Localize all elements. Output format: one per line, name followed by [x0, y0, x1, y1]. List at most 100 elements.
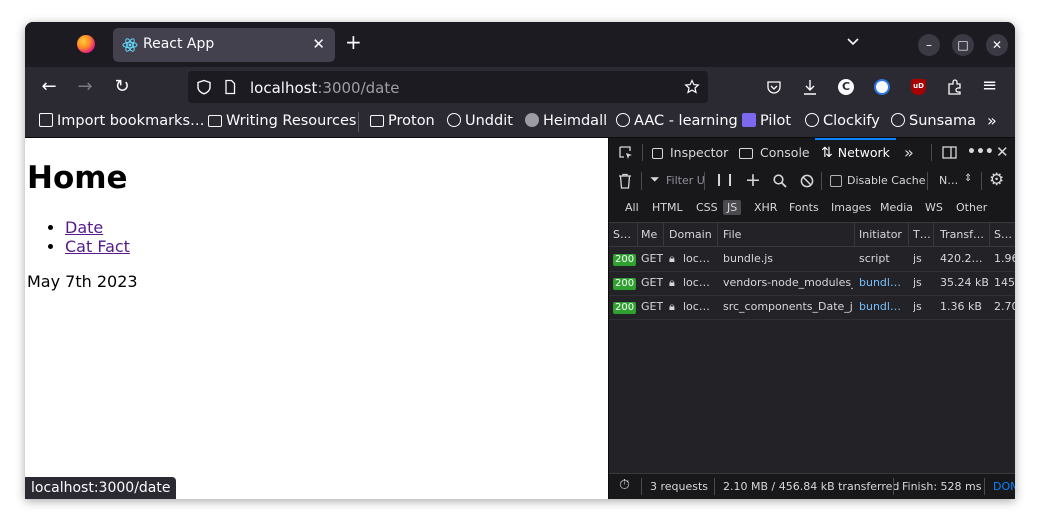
- pause-icon[interactable]: ❙❙: [714, 172, 736, 186]
- column-divider: [933, 223, 934, 246]
- col-initiator[interactable]: Initiator: [859, 223, 907, 246]
- filter-other[interactable]: Other: [956, 201, 987, 214]
- devtools-close-icon[interactable]: ✕: [996, 138, 1009, 167]
- tab-inspector[interactable]: Inspector: [652, 138, 728, 167]
- more-tabs-icon[interactable]: »: [904, 138, 914, 167]
- extension-blue-icon[interactable]: [874, 79, 890, 95]
- download-icon[interactable]: [802, 78, 818, 96]
- page-icon[interactable]: [222, 79, 238, 95]
- firefox-logo-icon[interactable]: [77, 35, 95, 53]
- bookmark-clockify[interactable]: Clockify: [805, 113, 880, 129]
- extensions-puzzle-icon[interactable]: [946, 78, 964, 96]
- add-icon[interactable]: +: [745, 169, 761, 191]
- status-url: localhost:3000/date: [25, 477, 177, 499]
- tab-console[interactable]: Console: [739, 138, 810, 167]
- reload-icon[interactable]: ↻: [111, 76, 133, 98]
- folder-icon: [208, 115, 222, 127]
- table-row[interactable]: 200 GET 🔒︎ loc… bundle.js script js 420.…: [609, 247, 1015, 272]
- element-picker-icon[interactable]: [618, 145, 634, 161]
- globe-icon: [616, 113, 630, 127]
- filter-html[interactable]: HTML: [652, 201, 683, 214]
- cat-fact-link[interactable]: Cat Fact: [65, 237, 130, 256]
- dock-icon[interactable]: [942, 145, 957, 160]
- separator: [984, 478, 985, 495]
- bookmark-heimdall[interactable]: Heimdall: [525, 113, 607, 129]
- bookmarks-overflow-icon[interactable]: »: [987, 111, 997, 130]
- column-divider: [663, 223, 664, 246]
- column-divider: [637, 223, 638, 246]
- bookmark-label: AAC - learning: [634, 113, 738, 129]
- chevron-down-icon[interactable]: [845, 34, 861, 50]
- disable-cache-checkbox[interactable]: [830, 175, 842, 187]
- window-close-icon[interactable]: ✕: [986, 34, 1008, 56]
- tab-network[interactable]: ⇅ Network: [815, 138, 896, 167]
- bookmark-pilot[interactable]: Pilot: [742, 113, 791, 129]
- disable-cache-label: Disable Cache: [847, 174, 926, 187]
- minimize-icon[interactable]: –: [918, 34, 940, 56]
- stopwatch-icon[interactable]: ⏱: [619, 477, 630, 493]
- filter-js[interactable]: JS: [723, 200, 742, 215]
- filter-all[interactable]: All: [625, 201, 639, 214]
- filter-css[interactable]: CSS: [696, 201, 718, 214]
- col-method[interactable]: Me: [641, 223, 663, 246]
- bookmark-writing-resources[interactable]: Writing Resources: [208, 113, 356, 129]
- method-cell: GET: [641, 252, 663, 265]
- col-size[interactable]: S…: [994, 223, 1014, 246]
- pocket-icon[interactable]: [766, 79, 782, 95]
- tab-close-icon[interactable]: ✕: [312, 35, 325, 53]
- bookmark-sunsama[interactable]: Sunsama: [891, 113, 976, 129]
- transferred-cell: 420.2…: [940, 252, 983, 265]
- settings-gear-icon[interactable]: ⚙: [989, 170, 1004, 190]
- initiator-cell[interactable]: bundl…: [859, 271, 907, 295]
- separator: [821, 172, 822, 190]
- filter-ws[interactable]: WS: [925, 201, 943, 214]
- new-tab-icon[interactable]: +: [345, 32, 362, 52]
- status-cell: 200: [613, 247, 637, 271]
- more-options-icon[interactable]: •••: [967, 138, 994, 167]
- url-host: localhost: [250, 79, 318, 97]
- file-cell: vendors-node_modules_m: [723, 276, 853, 289]
- search-icon[interactable]: [773, 174, 787, 188]
- back-icon[interactable]: ←: [38, 76, 60, 98]
- tab-react-app[interactable]: React App ✕: [113, 28, 335, 62]
- url-text[interactable]: localhost:3000/date: [250, 79, 399, 97]
- size-cell: 145.: [994, 276, 1015, 289]
- col-file[interactable]: File: [723, 223, 853, 246]
- block-icon[interactable]: [800, 174, 814, 188]
- col-type[interactable]: T…: [913, 223, 931, 246]
- bookmark-label: Sunsama: [909, 113, 977, 129]
- heimdall-icon: [525, 113, 539, 127]
- col-transferred[interactable]: Transf…: [940, 223, 988, 246]
- table-row[interactable]: 200 GET 🔒︎ loc… src_components_Date_js.c…: [609, 295, 1015, 320]
- bookmark-unddit[interactable]: Unddit: [447, 113, 513, 129]
- bookmark-aac-learning[interactable]: AAC - learning: [616, 113, 738, 129]
- domain-cell: loc…: [683, 276, 710, 289]
- status-badge: 200: [613, 302, 637, 314]
- date-link[interactable]: Date: [65, 218, 103, 237]
- bookmark-import[interactable]: Import bookmarks…: [39, 113, 205, 129]
- ublock-icon[interactable]: uD: [911, 79, 926, 95]
- throttle-select[interactable]: N…: [939, 174, 958, 187]
- star-icon[interactable]: [684, 79, 700, 95]
- maximize-icon[interactable]: □: [952, 34, 974, 56]
- separator: [893, 478, 894, 495]
- filter-images[interactable]: Images: [831, 201, 871, 214]
- col-status[interactable]: S…: [613, 223, 635, 246]
- filter-xhr[interactable]: XHR: [754, 201, 777, 214]
- filter-media[interactable]: Media: [880, 201, 913, 214]
- url-bar[interactable]: localhost:3000/date: [188, 71, 708, 103]
- forward-icon[interactable]: →: [74, 76, 96, 98]
- shield-icon[interactable]: [196, 79, 212, 95]
- table-row[interactable]: 200 GET 🔒︎ loc… vendors-node_modules_m b…: [609, 271, 1015, 296]
- initiator-cell[interactable]: bundl…: [859, 295, 907, 319]
- hamburger-menu-icon[interactable]: ≡: [982, 75, 997, 96]
- lock-icon: 🔒︎: [669, 276, 675, 289]
- page-content: Home Date Cat Fact May 7th 2023 localhos…: [25, 138, 608, 499]
- type-cell: js: [913, 252, 922, 265]
- filter-fonts[interactable]: Fonts: [789, 201, 819, 214]
- bookmark-proton[interactable]: Proton: [370, 113, 435, 129]
- trash-icon[interactable]: [618, 173, 632, 189]
- col-domain[interactable]: Domain: [669, 223, 715, 246]
- filter-urls-input[interactable]: Filter U: [666, 174, 705, 187]
- extension-c-icon[interactable]: C: [838, 79, 854, 95]
